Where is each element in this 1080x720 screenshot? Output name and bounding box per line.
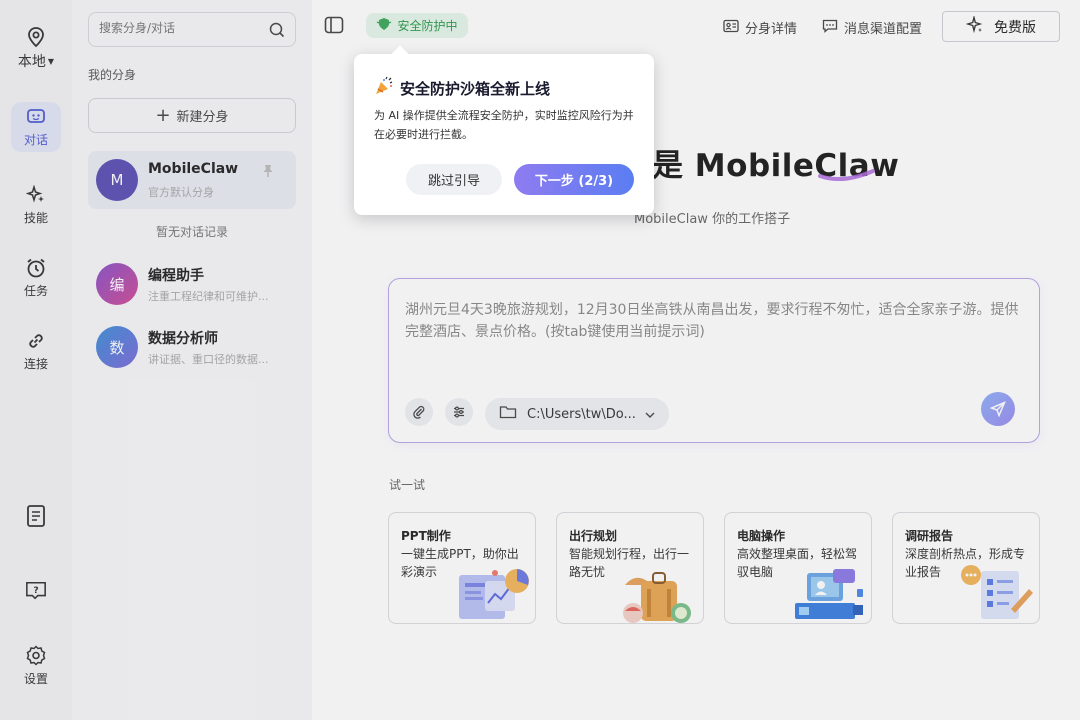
suggestions-label: 试一试	[389, 478, 426, 492]
sparkle-icon	[965, 14, 984, 38]
tooltip-title: 安全防护沙箱全新上线	[400, 79, 551, 98]
pin-icon[interactable]	[262, 163, 274, 182]
suggestion-card-travel[interactable]: 出行规划 智能规划行程，出行一路无忧	[556, 512, 704, 624]
suggestion-card-ppt[interactable]: PPT制作 一键生成PPT，助你出彩演示	[388, 512, 536, 624]
caret-down-icon: ▼	[47, 56, 55, 66]
hero-subtitle: MobileClaw 你的工作搭子	[634, 212, 791, 227]
card-title: PPT制作	[401, 529, 451, 543]
rail-label-tasks: 任务	[23, 284, 48, 298]
notes-button[interactable]	[0, 505, 72, 527]
alarm-clock-icon	[25, 257, 47, 279]
settings-button[interactable]: 设置	[0, 645, 72, 687]
report-illustration	[961, 565, 1033, 619]
card-title: 调研报告	[905, 529, 954, 543]
luggage-illustration	[623, 572, 691, 623]
workspace-path: C:\Users\tw\Do...	[527, 406, 635, 422]
rail-item-chat[interactable]: 对话	[0, 102, 72, 152]
rail-item-tasks[interactable]: 任务	[0, 257, 72, 299]
id-card-icon	[723, 19, 739, 37]
prompt-composer[interactable]: 湖州元旦4天3晚旅游规划，12月30日坐高铁从南昌出发，要求行程不匆忙，适合全家…	[388, 278, 1040, 443]
security-badge-label: 安全防护中	[397, 19, 458, 33]
send-icon	[990, 401, 1006, 417]
send-button[interactable]	[981, 392, 1015, 426]
plan-button[interactable]: 免费版	[942, 11, 1060, 42]
plus-icon: +	[155, 104, 171, 126]
suggestion-card-research[interactable]: 调研报告 深度剖析热点，形成专业报告	[892, 512, 1040, 624]
clone-name: 数据分析师	[148, 331, 218, 347]
location-label: 本地	[17, 54, 46, 70]
clone-desc: 讲证据、重口径的数据...	[148, 353, 269, 366]
channel-config-link[interactable]: 消息渠道配置	[822, 18, 922, 37]
new-clone-button[interactable]: + 新建分身	[88, 98, 296, 133]
plan-label: 免费版	[994, 19, 1036, 36]
chat-robot-icon	[25, 106, 47, 128]
sparkle-icon	[25, 184, 47, 206]
rail-label-skills: 技能	[23, 211, 48, 225]
message-icon	[822, 19, 838, 37]
search-box[interactable]	[88, 12, 296, 47]
sidebar-toggle-icon[interactable]	[324, 16, 344, 38]
clone-item-coding[interactable]: 编 编程助手 注重工程纪律和可维护...	[88, 255, 296, 313]
next-step-button[interactable]: 下一步 (2/3)	[514, 164, 634, 195]
empty-conversations-note: 暂无对话记录	[155, 225, 228, 239]
gear-icon	[25, 645, 47, 667]
workspace-folder-selector[interactable]: C:\Users\tw\Do...	[485, 398, 669, 430]
clone-details-link[interactable]: 分身详情	[723, 18, 797, 37]
location-pin-icon	[25, 26, 47, 48]
chevron-down-icon	[645, 407, 655, 422]
party-popper-icon	[374, 76, 394, 100]
new-clone-label: 新建分身	[176, 110, 229, 125]
rail-label-connect: 连接	[23, 357, 48, 371]
clone-details-label: 分身详情	[745, 22, 798, 37]
channel-config-label: 消息渠道配置	[844, 22, 923, 37]
search-input[interactable]	[99, 21, 259, 35]
tooltip-description: 为 AI 操作提供全流程安全防护，实时监控风险行为并在必要时进行拦截。	[374, 109, 634, 141]
folder-icon	[499, 405, 517, 423]
help-question-icon: ?	[25, 580, 47, 602]
left-rail: 本地 ▼ 对话 技能 任务 连接 ? 设置	[0, 0, 72, 720]
sliders-icon[interactable]	[445, 398, 473, 426]
onboarding-tooltip: 安全防护沙箱全新上线 为 AI 操作提供全流程安全防护，实时监控风险行为并在必要…	[354, 45, 654, 215]
card-title: 电脑操作	[737, 529, 786, 543]
suggestion-card-computer[interactable]: 电脑操作 高效整理桌面，轻松驾驭电脑	[724, 512, 872, 624]
search-icon[interactable]	[269, 22, 285, 42]
document-icon	[25, 505, 47, 527]
rail-label-chat: 对话	[23, 133, 48, 147]
clone-item-mobileclaw[interactable]: M MobileClaw 官方默认分身	[88, 151, 296, 209]
settings-label: 设置	[23, 672, 48, 686]
clone-name: MobileClaw	[148, 161, 239, 177]
svg-text:?: ?	[33, 585, 38, 596]
section-label: 我的分身	[88, 68, 137, 82]
card-title: 出行规划	[569, 529, 618, 543]
hero-underline-swoosh	[818, 169, 875, 182]
rail-item-skills[interactable]: 技能	[0, 184, 72, 226]
rail-item-connect[interactable]: 连接	[0, 330, 72, 372]
security-badge[interactable]: 安全防护中	[356, 8, 478, 43]
clone-name: 编程助手	[148, 268, 204, 284]
shield-icon	[376, 17, 392, 34]
clone-item-analyst[interactable]: 数 数据分析师 讲证据、重口径的数据...	[88, 318, 296, 376]
link-icon	[25, 330, 47, 352]
skip-guide-button[interactable]: 跳过引导	[406, 164, 502, 195]
computer-desk-illustration	[795, 569, 863, 619]
avatar: 编	[96, 263, 138, 305]
presentation-chart-illustration	[459, 569, 529, 619]
clone-desc: 注重工程纪律和可维护...	[148, 290, 269, 303]
clone-desc: 官方默认分身	[148, 186, 214, 199]
prompt-input[interactable]: 湖州元旦4天3晚旅游规划，12月30日坐高铁从南昌出发，要求行程不匆忙，适合全家…	[405, 299, 1025, 343]
avatar: 数	[96, 326, 138, 368]
clone-panel: 我的分身 + 新建分身 M MobileClaw 官方默认分身 暂无对话记录 编…	[72, 0, 312, 720]
help-button[interactable]: ?	[0, 580, 72, 602]
location-selector[interactable]: 本地 ▼	[0, 26, 72, 71]
avatar: M	[96, 159, 138, 201]
attach-icon[interactable]	[405, 398, 433, 426]
